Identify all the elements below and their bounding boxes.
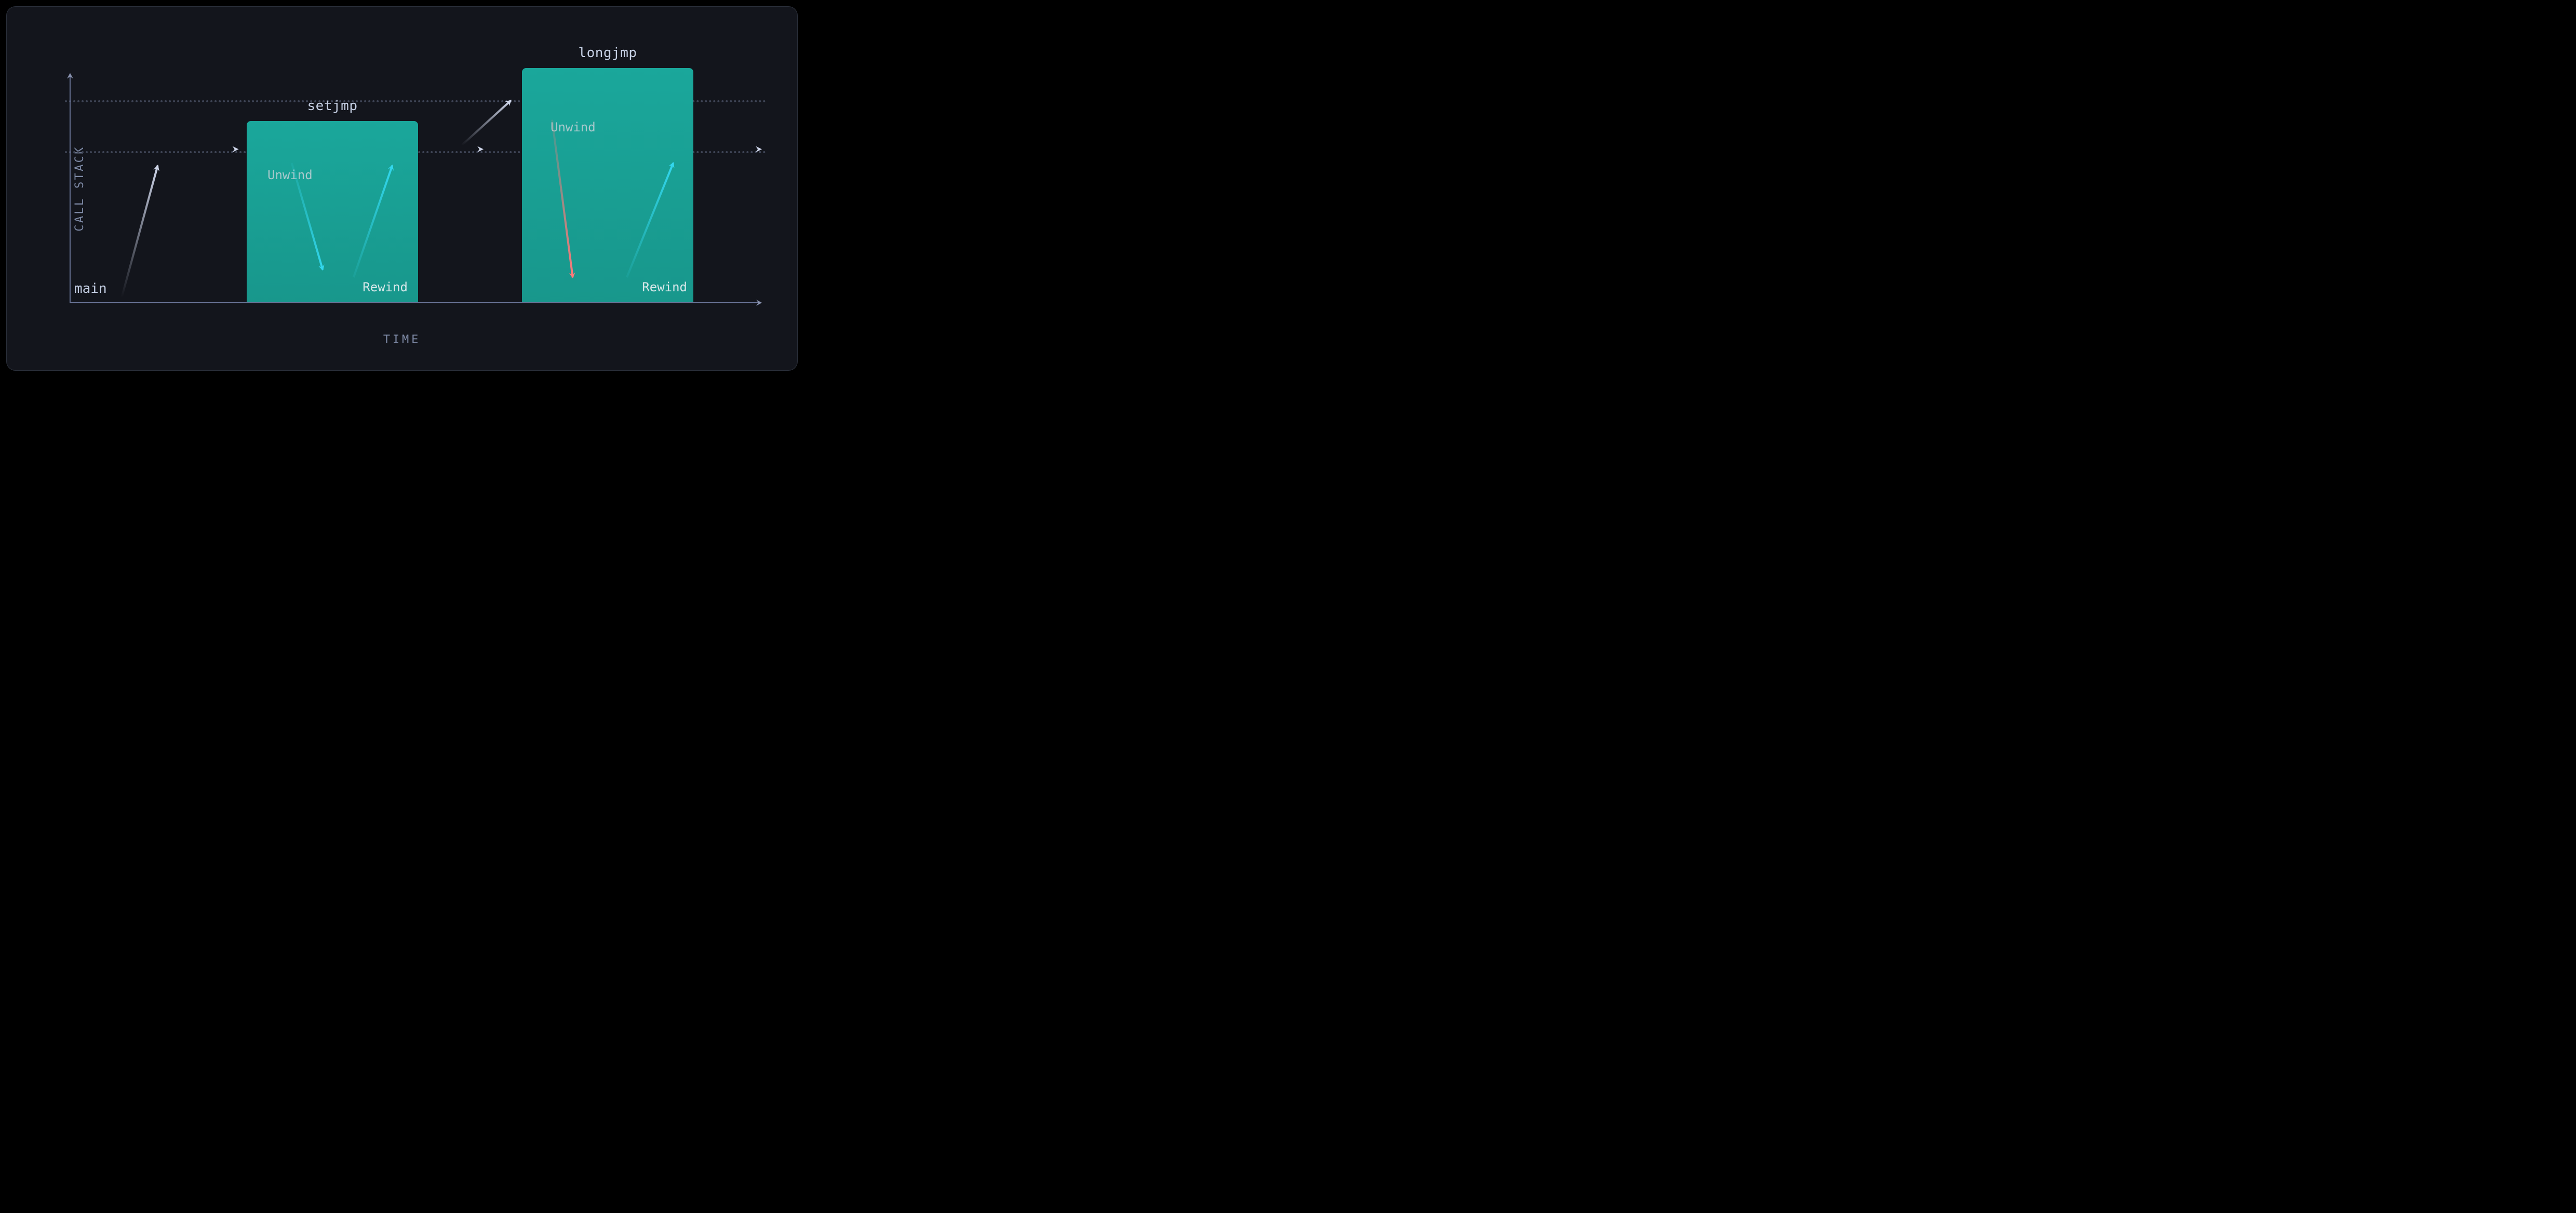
arrow-setjmp-rewind — [354, 166, 392, 277]
plot-area: setjmp Unwind Rewind longjmp Unwind Rewi… — [65, 64, 766, 303]
arrow-main-up — [122, 166, 157, 298]
arrow-setjmp-unwind — [292, 163, 323, 270]
diagram-card: CALL STACK TIME setjmp Unwind Rewind lon… — [6, 6, 798, 371]
arrow-longjmp-rewind — [627, 163, 673, 277]
longjmp-title: longjmp — [578, 45, 637, 61]
x-axis-label: TIME — [383, 333, 421, 346]
arrows-svg — [65, 64, 766, 303]
arrow-up-longjmp — [462, 100, 511, 145]
arrow-longjmp-unwind — [552, 120, 573, 277]
